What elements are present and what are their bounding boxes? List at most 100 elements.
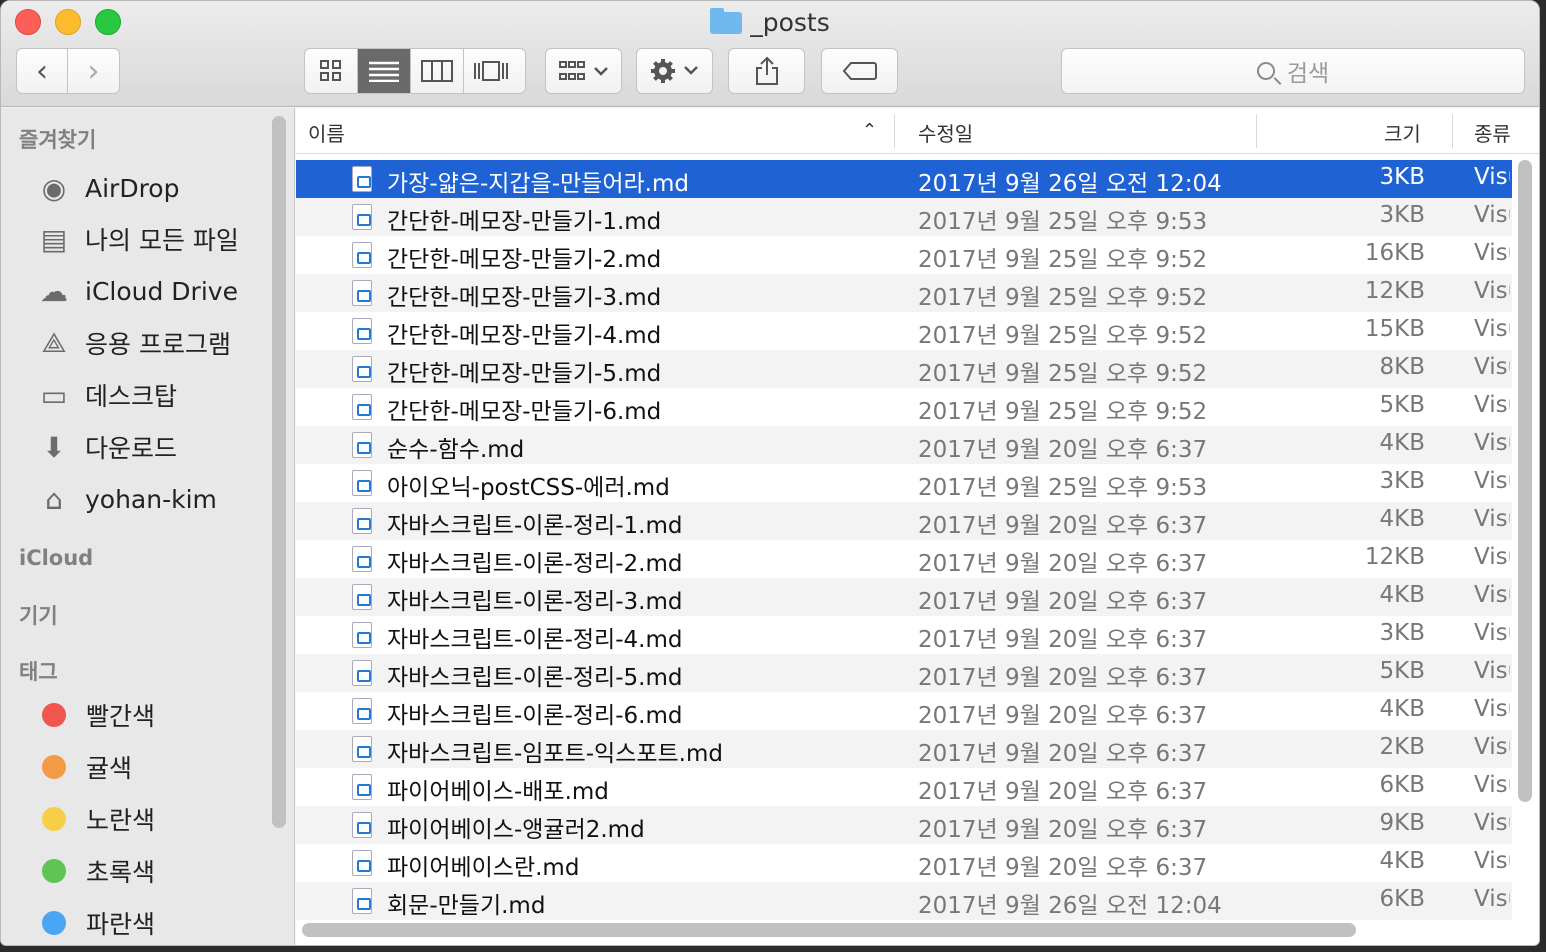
file-row[interactable]: 자바스크립트-이론-정리-2.md 2017년 9월 20일 오후 6:37 12K…	[296, 540, 1512, 578]
file-modified-date: 2017년 9월 26일 오전 12:04	[918, 893, 1222, 919]
file-kind: Visu	[1474, 240, 1510, 266]
file-row[interactable]: 순수-함수.md 2017년 9월 20일 오후 6:37 4KB Visu	[296, 426, 1512, 464]
file-modified-date: 2017년 9월 20일 오후 6:37	[918, 817, 1208, 843]
file-name: 아이오닉-postCSS-에러.md	[387, 475, 670, 501]
file-modified-date: 2017년 9월 20일 오후 6:37	[918, 437, 1208, 463]
sidebar-item[interactable]: ◉ AirDrop	[35, 168, 180, 208]
file-kind: Visu	[1474, 202, 1510, 228]
vertical-scrollbar[interactable]	[1518, 160, 1532, 802]
sidebar-tag[interactable]: 파란색	[35, 903, 155, 943]
nav-buttons: ‹ ›	[16, 48, 120, 94]
file-kind: Visu	[1474, 278, 1510, 304]
markdown-file-icon	[352, 432, 372, 458]
file-row[interactable]: 가장-얇은-지갑을-만들어라.md 2017년 9월 26일 오전 12:04 3K…	[296, 160, 1512, 198]
forward-button[interactable]: ›	[68, 49, 119, 93]
file-modified-date: 2017년 9월 25일 오후 9:52	[918, 285, 1208, 311]
file-row[interactable]: 아이오닉-postCSS-에러.md 2017년 9월 25일 오후 9:53 3K…	[296, 464, 1512, 502]
file-name: 파이어베이스-배포.md	[387, 779, 609, 805]
file-name: 자바스크립트-이론-정리-4.md	[387, 627, 683, 653]
markdown-file-icon	[352, 774, 372, 800]
file-size: 4KB	[1379, 696, 1426, 722]
sidebar-scrollbar[interactable]	[272, 116, 286, 828]
file-size: 4KB	[1379, 430, 1426, 456]
file-row[interactable]: 간단한-메모장-만들기-6.md 2017년 9월 25일 오후 9:52 5KB V…	[296, 388, 1512, 426]
sidebar-tag[interactable]: 빨간색	[35, 695, 155, 735]
sidebar-tag-label: 빨간색	[86, 702, 156, 731]
file-kind: Visu	[1474, 506, 1510, 532]
tags-header: 태그	[19, 660, 58, 684]
file-name: 간단한-메모장-만들기-3.md	[387, 285, 662, 311]
sidebar-item-label: 다운로드	[85, 434, 178, 463]
markdown-file-icon	[352, 546, 372, 572]
sidebar-item[interactable]: ▤ 나의 모든 파일	[35, 219, 239, 259]
file-name: 가장-얇은-지갑을-만들어라.md	[387, 171, 689, 197]
file-name: 자바스크립트-이론-정리-5.md	[387, 665, 683, 691]
file-row[interactable]: 간단한-메모장-만들기-2.md 2017년 9월 25일 오후 9:52 16KB…	[296, 236, 1512, 274]
tags-button[interactable]	[821, 48, 898, 94]
file-row[interactable]: 파이어베이스-앵귤러2.md 2017년 9월 20일 오후 6:37 9KB Vis…	[296, 806, 1512, 844]
file-kind: Visu	[1474, 772, 1510, 798]
sidebar-item[interactable]: ☁ iCloud Drive	[35, 271, 238, 311]
file-row[interactable]: 파이어베이스란.md 2017년 9월 20일 오후 6:37 4KB Visu	[296, 844, 1512, 882]
airdrop-icon: ◉	[41, 171, 67, 205]
action-button[interactable]	[636, 48, 713, 94]
column-name-header[interactable]: 이름	[308, 118, 345, 147]
search-field[interactable]: 검색	[1061, 48, 1525, 94]
window-title-bar: _posts	[1, 7, 1539, 39]
file-kind: Visu	[1474, 848, 1510, 874]
file-size: 3KB	[1379, 202, 1426, 228]
file-row[interactable]: 자바스크립트-이론-정리-4.md 2017년 9월 20일 오후 6:37 3KB…	[296, 616, 1512, 654]
markdown-file-icon	[352, 508, 372, 534]
icon-view-button[interactable]	[305, 49, 358, 93]
applications-icon: ⟁	[41, 326, 67, 359]
arrange-button[interactable]	[545, 48, 622, 94]
file-kind: Visu	[1474, 886, 1510, 912]
tag-color-icon	[42, 911, 66, 935]
column-kind-header[interactable]: 종류	[1474, 118, 1511, 147]
file-row[interactable]: 파이어베이스-배포.md 2017년 9월 20일 오후 6:37 6KB Visu	[296, 768, 1512, 806]
tag-color-icon	[42, 807, 66, 831]
chevron-left-icon: ‹	[36, 53, 48, 89]
file-name: 자바스크립트-임포트-익스포트.md	[387, 741, 723, 767]
sidebar-tag-label: 노란색	[86, 806, 156, 835]
file-row[interactable]: 간단한-메모장-만들기-4.md 2017년 9월 25일 오후 9:52 15KB…	[296, 312, 1512, 350]
sidebar-item[interactable]: ⟁ 응용 프로그램	[35, 323, 231, 363]
share-button[interactable]	[728, 48, 805, 94]
desktop-icon: ▭	[40, 378, 68, 412]
file-modified-date: 2017년 9월 25일 오후 9:53	[918, 475, 1208, 501]
file-kind: Visu	[1474, 658, 1510, 684]
file-row[interactable]: 회문-만들기.md 2017년 9월 26일 오전 12:04 6KB Visu	[296, 882, 1512, 920]
column-size-header[interactable]: 크기	[1384, 118, 1421, 147]
chevron-right-icon: ›	[87, 53, 100, 89]
file-modified-date: 2017년 9월 25일 오후 9:52	[918, 399, 1208, 425]
file-row[interactable]: 자바스크립트-임포트-익스포트.md 2017년 9월 20일 오후 6:37 2K…	[296, 730, 1512, 768]
sidebar-tag[interactable]: 초록색	[35, 851, 155, 891]
file-row[interactable]: 자바스크립트-이론-정리-1.md 2017년 9월 20일 오후 6:37 4KB…	[296, 502, 1512, 540]
file-row[interactable]: 간단한-메모장-만들기-1.md 2017년 9월 25일 오후 9:53 3KB V…	[296, 198, 1512, 236]
list-view-button[interactable]	[358, 49, 411, 93]
tag-color-icon	[42, 859, 66, 883]
finder-window: _posts ‹ › 검색 즐겨찾기 ◉ AirDrop ▤ 나의 모든 파일 …	[0, 0, 1540, 946]
sidebar-item[interactable]: ▭ 데스크탑	[35, 375, 177, 415]
file-kind: Visu	[1474, 354, 1510, 380]
share-icon	[755, 56, 778, 85]
column-view-button[interactable]	[411, 49, 464, 93]
sidebar-item-label: 나의 모든 파일	[85, 226, 239, 255]
file-size: 6KB	[1379, 772, 1426, 798]
tag-color-icon	[42, 755, 66, 779]
sidebar-item[interactable]: ⌂ yohan-kim	[35, 479, 217, 519]
file-row[interactable]: 간단한-메모장-만들기-3.md 2017년 9월 25일 오후 9:52 12KB…	[296, 274, 1512, 312]
sidebar-tag[interactable]: 노란색	[35, 799, 155, 839]
file-row[interactable]: 간단한-메모장-만들기-5.md 2017년 9월 25일 오후 9:52 8KB V…	[296, 350, 1512, 388]
file-row[interactable]: 자바스크립트-이론-정리-3.md 2017년 9월 20일 오후 6:37 4KB…	[296, 578, 1512, 616]
sidebar-tag[interactable]: 귤색	[35, 747, 132, 787]
column-modified-header[interactable]: 수정일	[918, 118, 973, 147]
back-button[interactable]: ‹	[17, 49, 69, 93]
file-row[interactable]: 자바스크립트-이론-정리-6.md 2017년 9월 20일 오후 6:37 4KB…	[296, 692, 1512, 730]
file-size: 4KB	[1379, 848, 1426, 874]
horizontal-scrollbar[interactable]	[302, 923, 1356, 937]
file-modified-date: 2017년 9월 25일 오후 9:52	[918, 323, 1208, 349]
file-row[interactable]: 자바스크립트-이론-정리-5.md 2017년 9월 20일 오후 6:37 5KB…	[296, 654, 1512, 692]
sidebar-item[interactable]: ⬇ 다운로드	[35, 427, 177, 467]
gallery-view-button[interactable]	[464, 49, 517, 93]
